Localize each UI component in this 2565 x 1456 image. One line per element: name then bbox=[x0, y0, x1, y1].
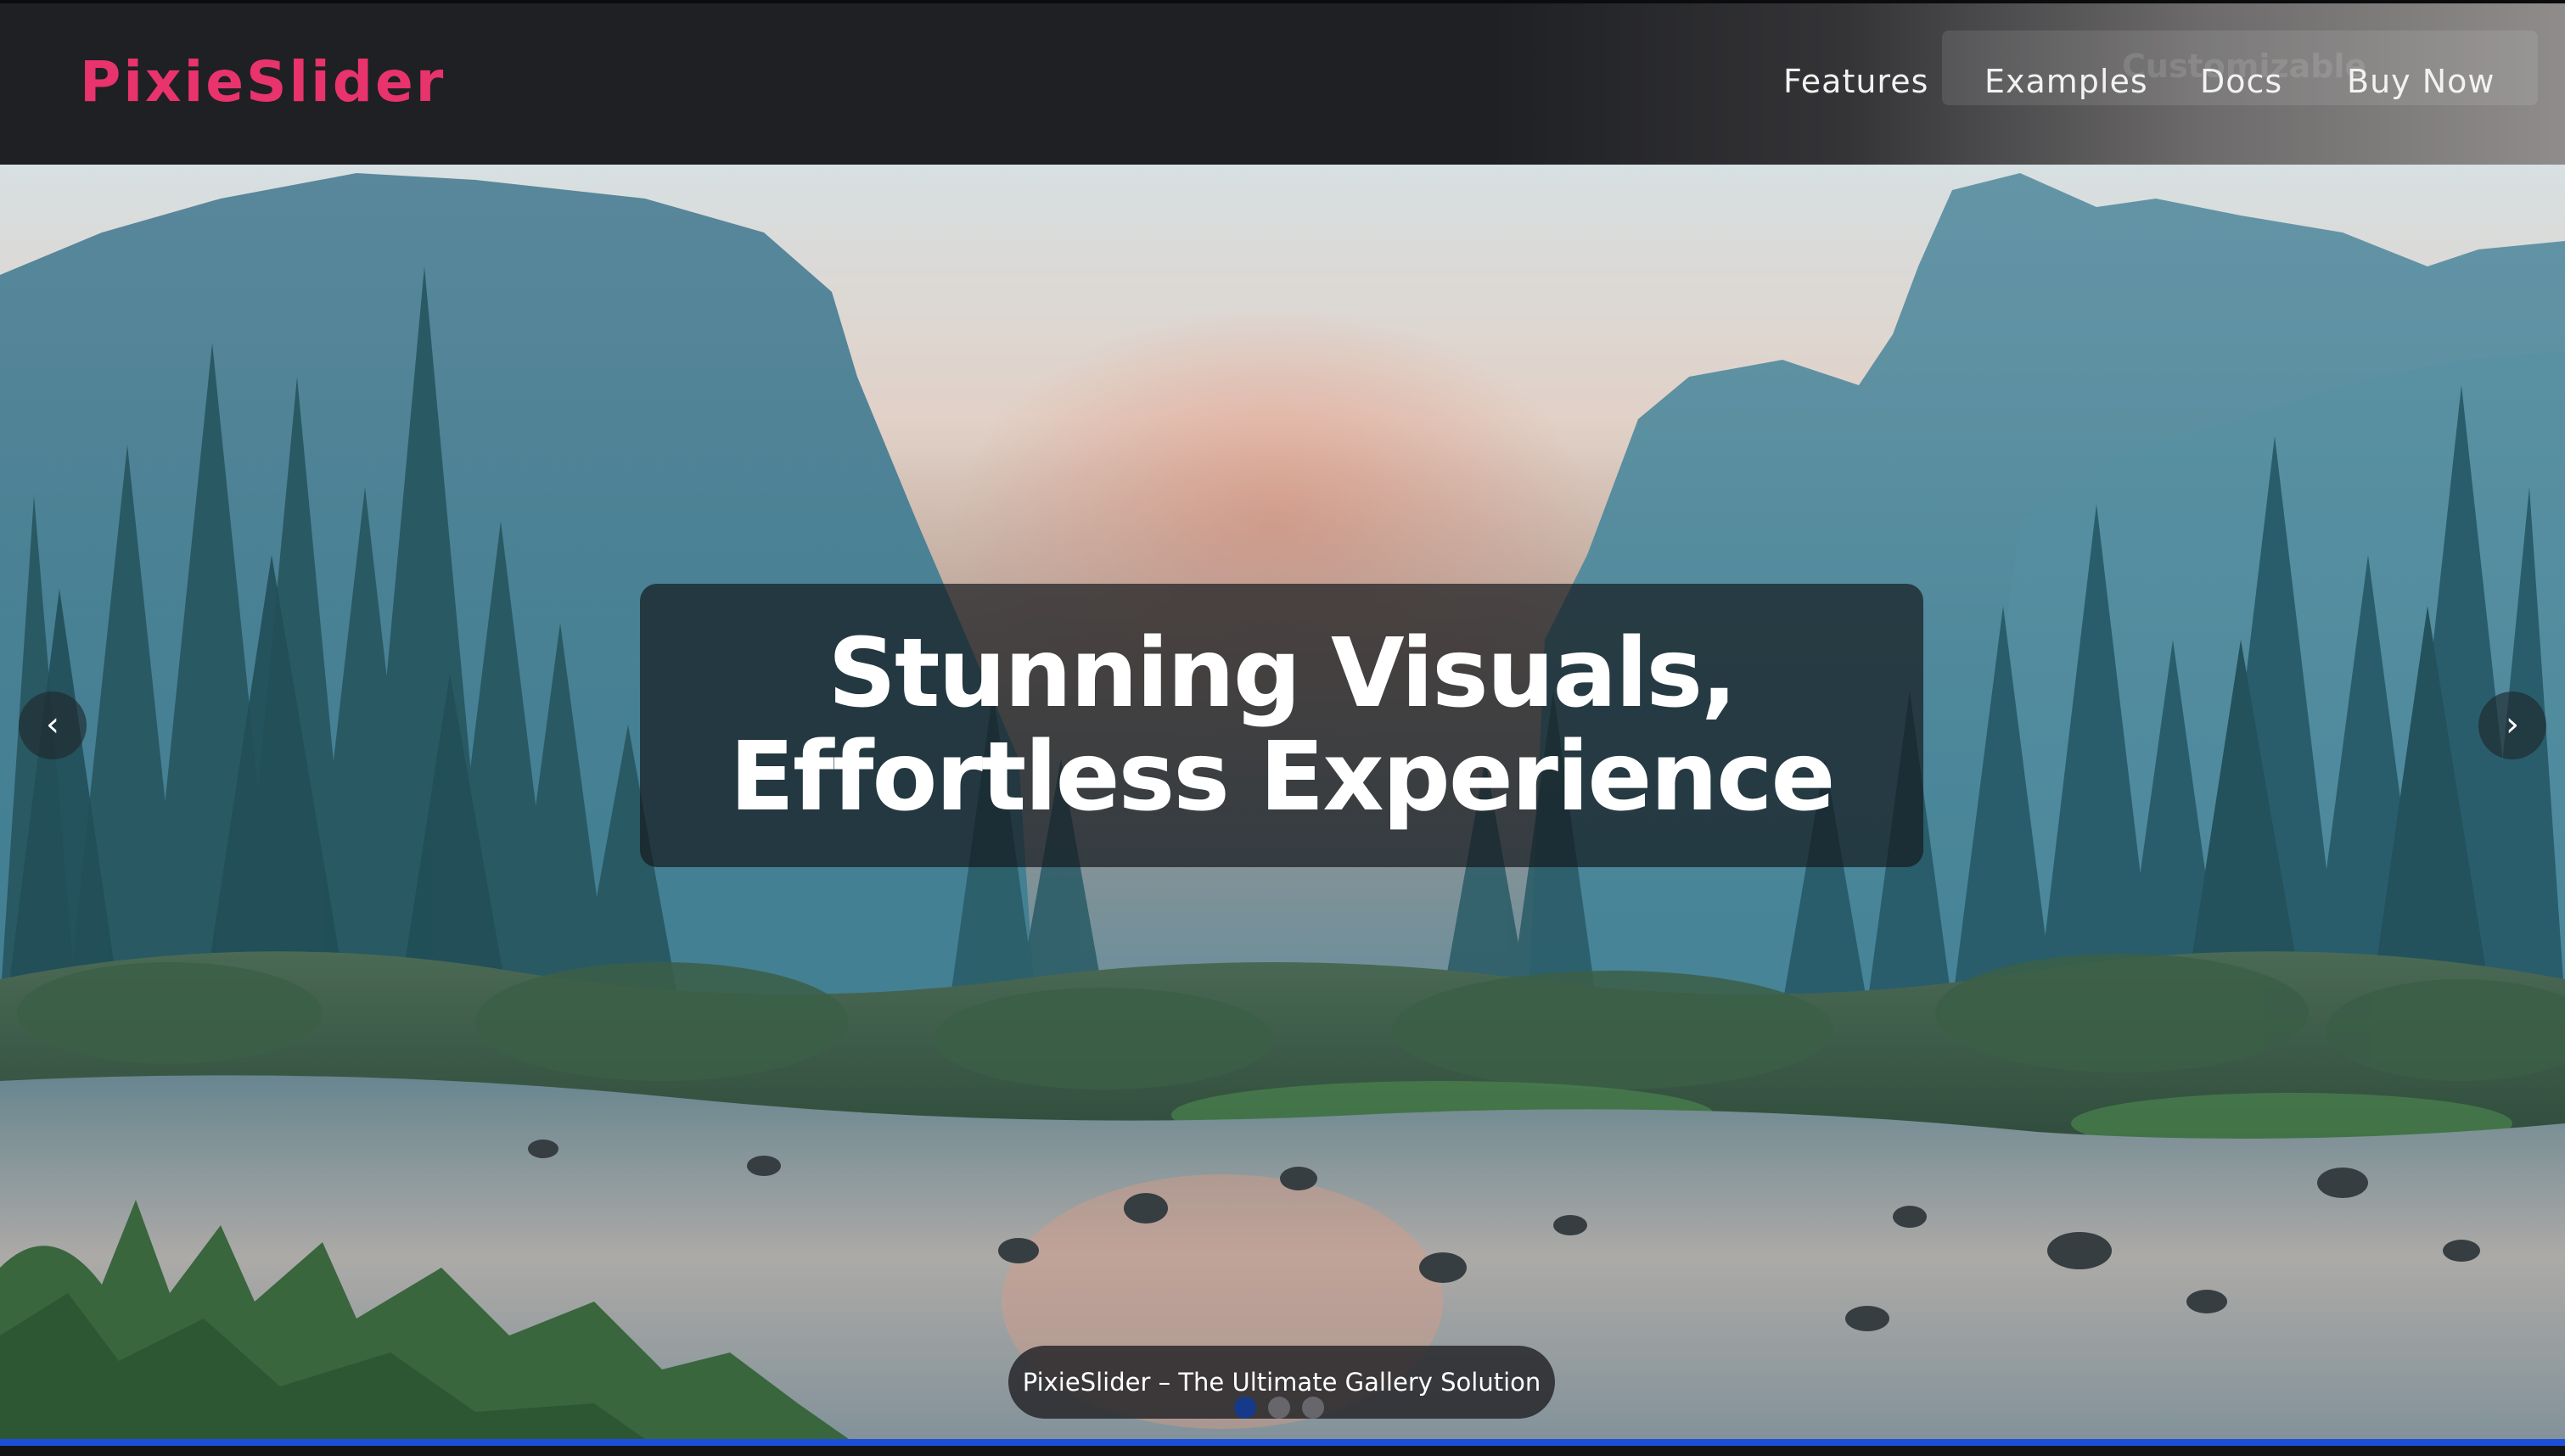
slide-progress-bar bbox=[0, 1439, 2565, 1446]
page: PixieSlider Customizable Features Exampl… bbox=[0, 0, 2565, 1456]
brand-logo[interactable]: PixieSlider bbox=[80, 49, 446, 115]
slide-caption-text: PixieSlider – The Ultimate Gallery Solut… bbox=[1022, 1368, 1541, 1397]
headline-line-2: Effortless Experience bbox=[729, 722, 1836, 832]
nav-link-docs[interactable]: Docs bbox=[2200, 63, 2282, 100]
slide-dot-1[interactable] bbox=[1234, 1397, 1256, 1419]
headline-box: Stunning Visuals, Effortless Experience bbox=[640, 584, 1923, 867]
slide-dot-2[interactable] bbox=[1268, 1397, 1290, 1419]
next-slide-button[interactable]: › bbox=[2478, 692, 2546, 759]
nav-link-examples[interactable]: Examples bbox=[1984, 63, 2148, 100]
slide-dot-3[interactable] bbox=[1302, 1397, 1324, 1419]
bottom-edge bbox=[0, 1446, 2565, 1456]
prev-slide-button[interactable]: ‹ bbox=[19, 692, 87, 759]
navbar: PixieSlider Customizable Features Exampl… bbox=[0, 3, 2565, 165]
headline-line-1: Stunning Visuals, bbox=[828, 619, 1737, 729]
nav-link-buy-now[interactable]: Buy Now bbox=[2347, 63, 2495, 100]
nav-link-features[interactable]: Features bbox=[1783, 63, 1928, 100]
top-border bbox=[0, 0, 2565, 3]
slide-dots bbox=[1234, 1397, 1324, 1422]
